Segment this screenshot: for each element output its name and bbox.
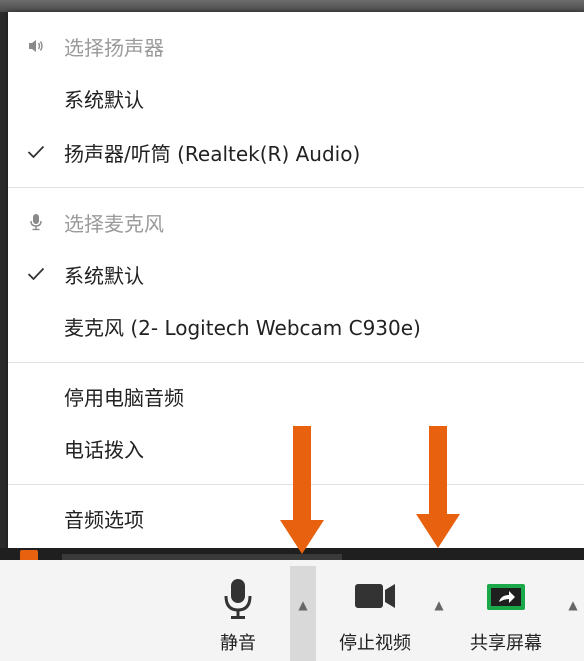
share-options-caret-button[interactable]: ▲ bbox=[562, 594, 584, 616]
audio-options-caret-button[interactable]: ▲ bbox=[292, 594, 314, 616]
meeting-toolbar: 静音 ▲ 停止视频 ▲ 共享屏幕 ▲ bbox=[0, 560, 584, 661]
microphone-icon bbox=[8, 213, 64, 231]
share-screen-icon bbox=[483, 578, 529, 625]
share-screen-button[interactable]: 共享屏幕 bbox=[456, 578, 556, 655]
speaker-section-header: 选择扬声器 bbox=[8, 26, 584, 66]
mic-option-label: 系统默认 bbox=[64, 263, 144, 288]
speaker-option-realtek[interactable]: 扬声器/听筒 (Realtek(R) Audio) bbox=[8, 132, 584, 172]
microphone-icon bbox=[222, 578, 254, 625]
speaker-option-system-default[interactable]: 系统默认 bbox=[8, 78, 584, 118]
caret-up-icon: ▲ bbox=[434, 598, 444, 612]
annotation-arrow-down-icon bbox=[280, 426, 324, 554]
stop-video-label: 停止视频 bbox=[339, 633, 411, 654]
menu-separator bbox=[8, 187, 584, 188]
leave-computer-audio-label: 停用电脑音频 bbox=[64, 385, 184, 410]
check-icon bbox=[8, 145, 64, 159]
mic-option-system-default[interactable]: 系统默认 bbox=[8, 254, 584, 294]
speaker-option-label: 扬声器/听筒 (Realtek(R) Audio) bbox=[64, 141, 361, 166]
mic-option-label: 麦克风 (2- Logitech Webcam C930e) bbox=[64, 315, 421, 340]
mic-section-label: 选择麦克风 bbox=[64, 211, 164, 236]
window-top-strip bbox=[0, 0, 584, 12]
annotation-arrow-down-icon bbox=[416, 426, 460, 548]
share-screen-label: 共享屏幕 bbox=[470, 633, 542, 654]
mic-option-logitech[interactable]: 麦克风 (2- Logitech Webcam C930e) bbox=[8, 306, 584, 346]
caret-up-icon: ▲ bbox=[298, 598, 308, 612]
leave-computer-audio-item[interactable]: 停用电脑音频 bbox=[8, 376, 584, 416]
audio-options-label: 音频选项 bbox=[64, 507, 144, 532]
video-camera-icon bbox=[349, 578, 401, 625]
mute-button[interactable]: 静音 bbox=[208, 578, 268, 655]
video-options-caret-button[interactable]: ▲ bbox=[428, 594, 450, 616]
speaker-section-label: 选择扬声器 bbox=[64, 35, 164, 60]
caret-up-icon: ▲ bbox=[568, 598, 578, 612]
speaker-option-label: 系统默认 bbox=[64, 87, 144, 112]
mute-label: 静音 bbox=[220, 633, 256, 654]
check-icon bbox=[8, 267, 64, 281]
mic-section-header: 选择麦克风 bbox=[8, 202, 584, 242]
speaker-icon bbox=[8, 39, 64, 53]
stop-video-button[interactable]: 停止视频 bbox=[330, 578, 420, 655]
menu-separator bbox=[8, 362, 584, 363]
phone-call-in-label: 电话拨入 bbox=[64, 437, 144, 462]
